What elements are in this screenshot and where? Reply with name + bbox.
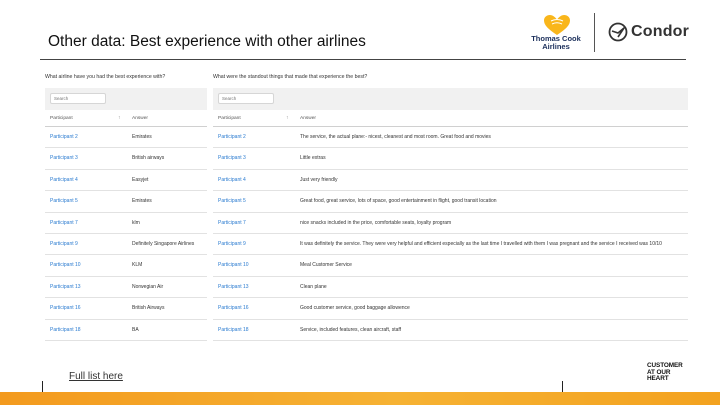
participant-link[interactable]: Participant 2 — [218, 134, 246, 140]
participant-link[interactable]: Participant 13 — [50, 284, 81, 290]
answer-cell: Clean plane — [300, 283, 327, 290]
table-row: Participant 10 KLM — [45, 255, 207, 277]
answer-cell: Norwegian Air — [132, 283, 164, 290]
answer-cell: BA — [132, 326, 139, 333]
participant-link[interactable]: Participant 16 — [218, 305, 249, 311]
answer-column-header[interactable]: Answer — [300, 116, 316, 121]
table-row: Participant 2 Emirates — [45, 127, 207, 149]
standout-question-panel: What were the standout things that made … — [213, 74, 688, 341]
answer-cell: Little extras — [300, 155, 326, 162]
participant-link[interactable]: Participant 5 — [50, 198, 78, 204]
answer-cell: klm — [132, 219, 140, 226]
participant-link[interactable]: Participant 18 — [218, 327, 249, 333]
participant-link[interactable]: Participant 18 — [50, 327, 81, 333]
answer-cell: KLM — [132, 262, 143, 269]
table-row: Participant 16 British Airways — [45, 298, 207, 320]
table-row: Participant 7 nice snacks included in the… — [213, 213, 688, 234]
footer-tick-left — [42, 381, 43, 392]
participant-link[interactable]: Participant 9 — [218, 241, 246, 247]
participant-link[interactable]: Participant 16 — [50, 305, 81, 311]
search-input[interactable] — [50, 93, 106, 104]
sort-arrow-icon[interactable]: ↑ — [286, 115, 289, 121]
table-row: Participant 13 Norwegian Air — [45, 277, 207, 299]
answer-cell: Easyjet — [132, 176, 149, 183]
footer-tick-right — [562, 381, 563, 392]
table-row: Participant 18 Service, included features… — [213, 320, 688, 341]
answer-cell: Emirates — [132, 198, 152, 205]
slide-title: Other data: Best experience with other a… — [48, 33, 366, 50]
participant-link[interactable]: Participant 10 — [50, 262, 81, 268]
participant-column-header[interactable]: Participant — [218, 116, 241, 121]
table-row: Participant 2 The service, the actual pla… — [213, 127, 688, 149]
search-bar — [45, 88, 207, 110]
participant-link[interactable]: Participant 2 — [50, 134, 78, 140]
answer-cell: Good customer service, good baggage allo… — [300, 305, 410, 312]
table-row: Participant 5 Great food, great service, … — [213, 191, 688, 213]
table-row: Participant 5 Emirates — [45, 191, 207, 213]
table-row: Participant 4 Easyjet — [45, 170, 207, 192]
table-row: Participant 16 Good customer service, goo… — [213, 298, 688, 320]
answer-cell: The service, the actual plane:- nicest, … — [300, 134, 491, 140]
answer-cell: It was definitely the service. They were… — [300, 240, 662, 247]
answer-cell: Service, included features, clean aircra… — [300, 326, 402, 333]
table-header: Participant ↑ Answer — [45, 110, 207, 127]
search-input[interactable] — [218, 93, 274, 104]
answer-cell: British Airways — [132, 305, 165, 312]
participant-column-header[interactable]: Participant — [50, 116, 73, 121]
airlines-wordmark: Airlines — [542, 41, 570, 51]
answer-cell: Definitely Singapore Airlines — [132, 240, 195, 247]
table-body: Participant 2 The service, the actual pla… — [213, 127, 688, 341]
answer-cell: nice snacks included in the price, comfo… — [300, 219, 452, 226]
table-row: Participant 9 Definitely Singapore Airlin… — [45, 234, 207, 256]
tagline-line-3: HEART — [647, 375, 669, 383]
table-body: Participant 2 Emirates Participant 3 Britis… — [45, 127, 207, 341]
participant-link[interactable]: Participant 3 — [50, 155, 78, 161]
standout-question: What were the standout things that made … — [213, 74, 368, 80]
answer-cell: Great food, great service, lots of space… — [300, 198, 497, 205]
table-row: Participant 3 British airways — [45, 148, 207, 170]
answer-cell: British airways — [132, 155, 165, 162]
brand-stripe — [0, 392, 720, 405]
participant-link[interactable]: Participant 13 — [218, 284, 249, 290]
participant-link[interactable]: Participant 4 — [50, 177, 78, 183]
answer-cell: Meal Customer Service — [300, 262, 352, 269]
thomas-cook-airlines-logo: Thomas Cook Airlines — [528, 14, 584, 52]
condor-bird-icon — [608, 22, 628, 42]
customer-at-our-heart-logo: CUSTOMER AT OUR HEART — [647, 362, 687, 383]
answer-cell: Emirates — [132, 134, 152, 140]
title-divider — [40, 59, 686, 60]
condor-wordmark: Condor — [631, 23, 690, 40]
table-row: Participant 9 It was definitely the servi… — [213, 234, 688, 256]
table-row: Participant 13 Clean plane — [213, 277, 688, 299]
condor-logo: Condor — [608, 21, 689, 43]
table-row: Participant 3 Little extras — [213, 148, 688, 170]
answer-cell: Just very friendly — [300, 176, 338, 183]
participant-link[interactable]: Participant 10 — [218, 262, 249, 268]
participant-link[interactable]: Participant 3 — [218, 155, 246, 161]
table-row: Participant 7 klm — [45, 213, 207, 234]
table-row: Participant 4 Just very friendly — [213, 170, 688, 192]
participant-link[interactable]: Participant 7 — [218, 220, 246, 226]
table-row: Participant 10 Meal Customer Service — [213, 255, 688, 277]
sort-arrow-icon[interactable]: ↑ — [118, 115, 121, 121]
search-bar — [213, 88, 688, 110]
full-list-link[interactable]: Full list here — [69, 371, 123, 382]
sunny-heart-icon — [544, 15, 570, 35]
airline-question-panel: What airline have you had the best exper… — [45, 74, 207, 341]
airline-question: What airline have you had the best exper… — [45, 74, 166, 80]
answer-column-header[interactable]: Answer — [132, 116, 148, 121]
participant-link[interactable]: Participant 9 — [50, 241, 78, 247]
participant-link[interactable]: Participant 7 — [50, 220, 78, 226]
logo-divider — [594, 13, 595, 52]
participant-link[interactable]: Participant 5 — [218, 198, 246, 204]
table-row: Participant 18 BA — [45, 320, 207, 341]
participant-link[interactable]: Participant 4 — [218, 177, 246, 183]
table-header: Participant ↑ Answer — [213, 110, 688, 127]
